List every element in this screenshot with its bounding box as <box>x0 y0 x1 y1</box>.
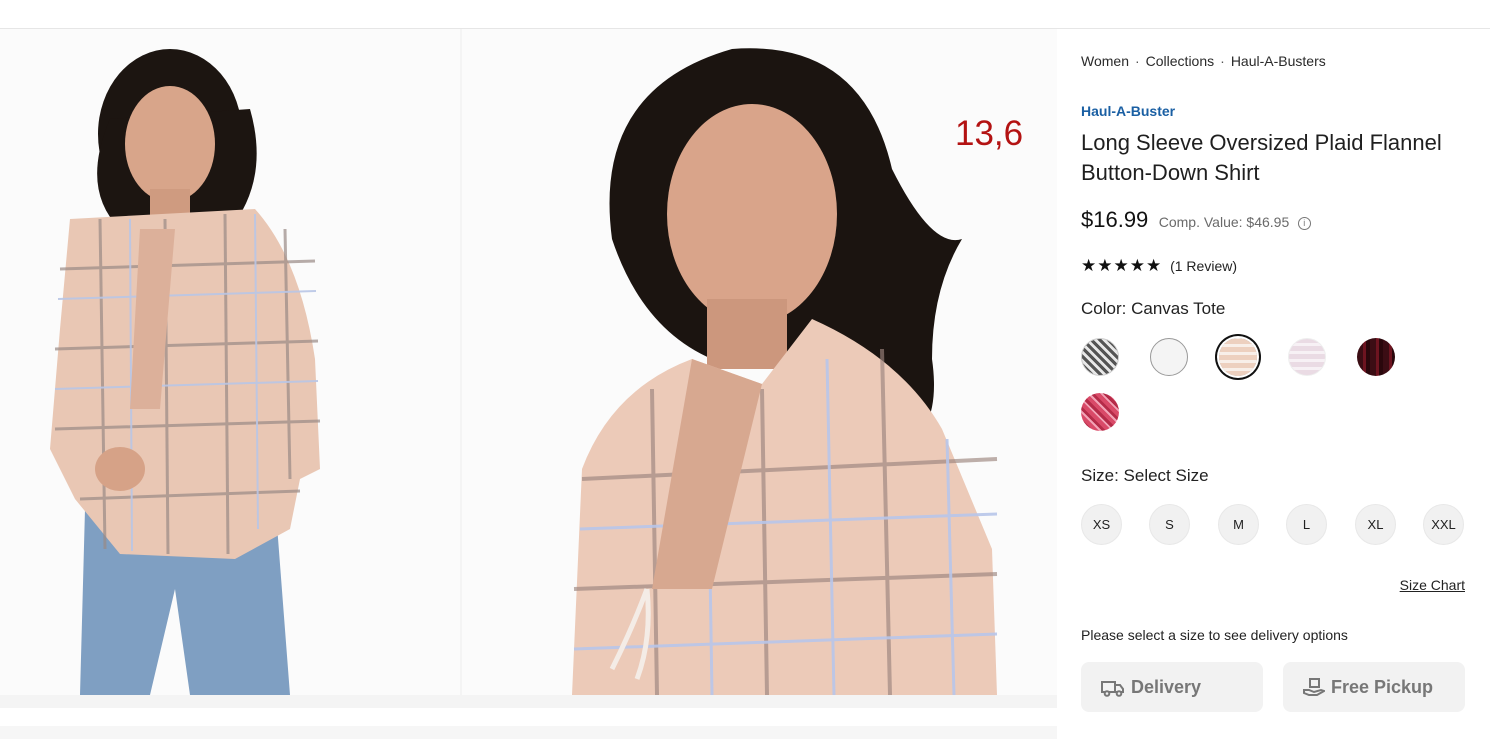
size-option-l[interactable]: L <box>1286 504 1327 545</box>
breadcrumb-collections[interactable]: Collections <box>1146 53 1214 69</box>
selected-size: Select Size <box>1123 466 1209 485</box>
size-option-xs[interactable]: XS <box>1081 504 1122 545</box>
star-rating-icon: ★★★★★ <box>1081 256 1163 275</box>
color-swatch-burgundy-plaid[interactable] <box>1357 338 1395 376</box>
product-price: $16.99 <box>1081 207 1149 232</box>
delivery-message: Please select a size to see delivery opt… <box>1081 627 1348 643</box>
color-swatch-white[interactable] <box>1150 338 1188 376</box>
color-swatch-red-plaid[interactable] <box>1081 393 1119 431</box>
size-option-xl[interactable]: XL <box>1355 504 1396 545</box>
price-row: $16.99 Comp. Value: $46.95 i <box>1081 207 1311 233</box>
rating-row[interactable]: ★★★★★ (1 Review) <box>1081 256 1237 276</box>
product-image-full-body[interactable] <box>0 29 460 695</box>
breadcrumb-women[interactable]: Women <box>1081 53 1129 69</box>
product-info-panel: Women · Collections · Haul-A-Busters Haul-A-… <box>1081 0 1471 712</box>
size-option-m[interactable]: M <box>1218 504 1259 545</box>
pickup-hand-icon <box>1303 678 1327 696</box>
delivery-option-label: Delivery <box>1131 677 1202 697</box>
pickup-option-label: Free Pickup <box>1331 677 1434 697</box>
breadcrumb-separator: · <box>1134 53 1140 69</box>
review-count-link[interactable]: (1 Review) <box>1170 258 1237 274</box>
color-swatch-gray-plaid[interactable] <box>1081 338 1119 376</box>
color-swatch-pink-plaid[interactable] <box>1288 338 1326 376</box>
color-swatch-canvas-tote[interactable] <box>1219 338 1257 376</box>
gallery-bottom-strip <box>0 724 1057 739</box>
model-photo-1 <box>0 29 460 695</box>
selected-color: Canvas Tote <box>1131 299 1226 318</box>
product-brand-badge[interactable]: Haul-A-Buster <box>1081 103 1175 119</box>
pickup-option-button[interactable]: Free Pickup <box>1283 662 1465 712</box>
size-selector-label: Size: Select Size <box>1081 466 1209 486</box>
comp-value: Comp. Value: $46.95 <box>1158 214 1290 230</box>
product-gallery <box>0 29 1057 739</box>
color-label: Color: <box>1081 299 1127 318</box>
info-icon[interactable]: i <box>1297 217 1311 230</box>
size-option-s[interactable]: S <box>1149 504 1190 545</box>
breadcrumb-haul-a-busters[interactable]: Haul-A-Busters <box>1231 53 1326 69</box>
breadcrumb: Women · Collections · Haul-A-Busters <box>1081 53 1326 69</box>
product-title: Long Sleeve Oversized Plaid Flannel Butt… <box>1081 130 1442 185</box>
size-option-xxl[interactable]: XXL <box>1423 504 1464 545</box>
overlay-annotation: 13,6 <box>955 114 1024 153</box>
truck-icon <box>1101 681 1124 697</box>
size-chart-link[interactable]: Size Chart <box>1400 577 1465 593</box>
delivery-option-button[interactable]: Delivery <box>1081 662 1263 712</box>
breadcrumb-separator: · <box>1220 53 1225 69</box>
color-selector-label: Color: Canvas Tote <box>1081 299 1225 319</box>
size-label: Size: <box>1081 466 1119 485</box>
